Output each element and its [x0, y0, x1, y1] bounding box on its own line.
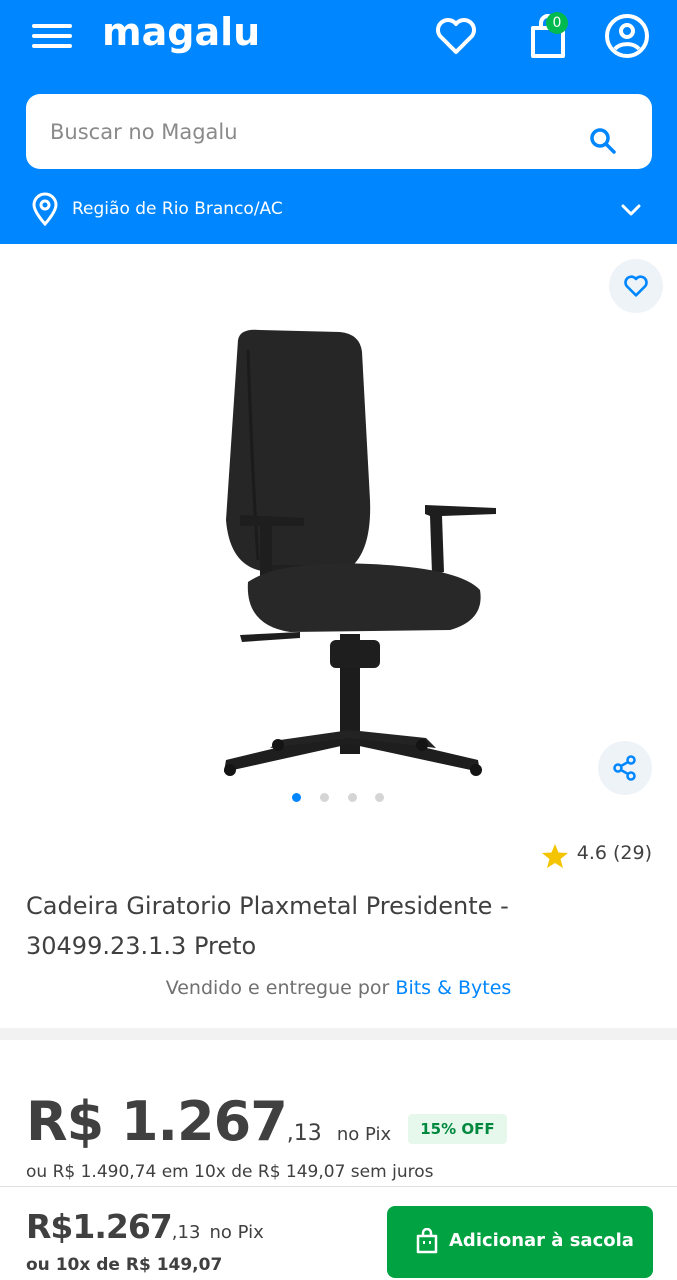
product-image[interactable]	[200, 320, 510, 780]
search-input[interactable]	[50, 112, 570, 152]
bottom-price: R$1.267,13 no Pix	[26, 1207, 264, 1246]
gallery-pagination	[292, 793, 392, 803]
cart-count-badge: 0	[546, 12, 568, 34]
bag-icon	[416, 1228, 438, 1254]
price-cents: ,13	[286, 1121, 322, 1146]
star-icon	[541, 844, 568, 868]
price-integer: R$ 1.267	[26, 1090, 288, 1153]
region-label: Região de Rio Branco/AC	[72, 199, 283, 219]
heart-icon	[624, 275, 648, 297]
location-pin-icon	[32, 192, 58, 226]
gallery-dot[interactable]	[348, 793, 357, 802]
seller-link[interactable]: Bits & Bytes	[395, 977, 511, 999]
rating-value: 4.6 (29)	[576, 842, 652, 864]
bottom-installments: ou 10x de R$ 149,07	[26, 1255, 223, 1275]
bottom-price-integer: R$1.267	[26, 1207, 173, 1246]
bottom-price-cents: ,13	[171, 1222, 201, 1243]
gallery-dot[interactable]	[320, 793, 329, 802]
gallery-dot[interactable]	[292, 793, 301, 802]
favorite-button[interactable]	[609, 259, 663, 313]
product-rating[interactable]: 4.6 (29)	[541, 842, 652, 868]
search-icon[interactable]	[588, 126, 618, 156]
installments-info: ou R$ 1.490,74 em 10x de R$ 149,07 sem j…	[26, 1162, 434, 1182]
product-title: Cadeira Giratorio Plaxmetal Presidente -…	[26, 892, 509, 960]
seller-info: Vendido e entregue por Bits & Bytes	[0, 977, 677, 999]
product-price: R$ 1.267,13 no Pix 15% OFF	[26, 1090, 507, 1153]
share-button[interactable]	[598, 741, 652, 795]
section-divider	[0, 1028, 677, 1040]
magalu-logo[interactable]: magalu	[102, 10, 260, 54]
region-selector[interactable]: Região de Rio Branco/AC	[26, 190, 652, 230]
menu-icon[interactable]	[30, 20, 74, 52]
chevron-down-icon	[621, 204, 641, 216]
app-header: magalu 0 Região de Rio Branco/AC	[0, 0, 677, 244]
seller-prefix: Vendido e entregue por	[165, 977, 390, 999]
user-icon[interactable]	[603, 12, 651, 60]
add-to-bag-button[interactable]: Adicionar à sacola	[387, 1206, 653, 1278]
bottom-payment-method: no Pix	[209, 1222, 264, 1243]
heart-icon[interactable]	[432, 12, 480, 60]
bottom-purchase-bar: R$1.267,13 no Pix ou 10x de R$ 149,07 Ad…	[0, 1186, 677, 1280]
payment-method: no Pix	[336, 1124, 392, 1145]
discount-badge: 15% OFF	[408, 1114, 507, 1144]
search-bar	[26, 94, 652, 169]
gallery-dot[interactable]	[375, 793, 384, 802]
add-to-bag-label: Adicionar à sacola	[449, 1230, 634, 1251]
share-icon	[613, 755, 636, 781]
